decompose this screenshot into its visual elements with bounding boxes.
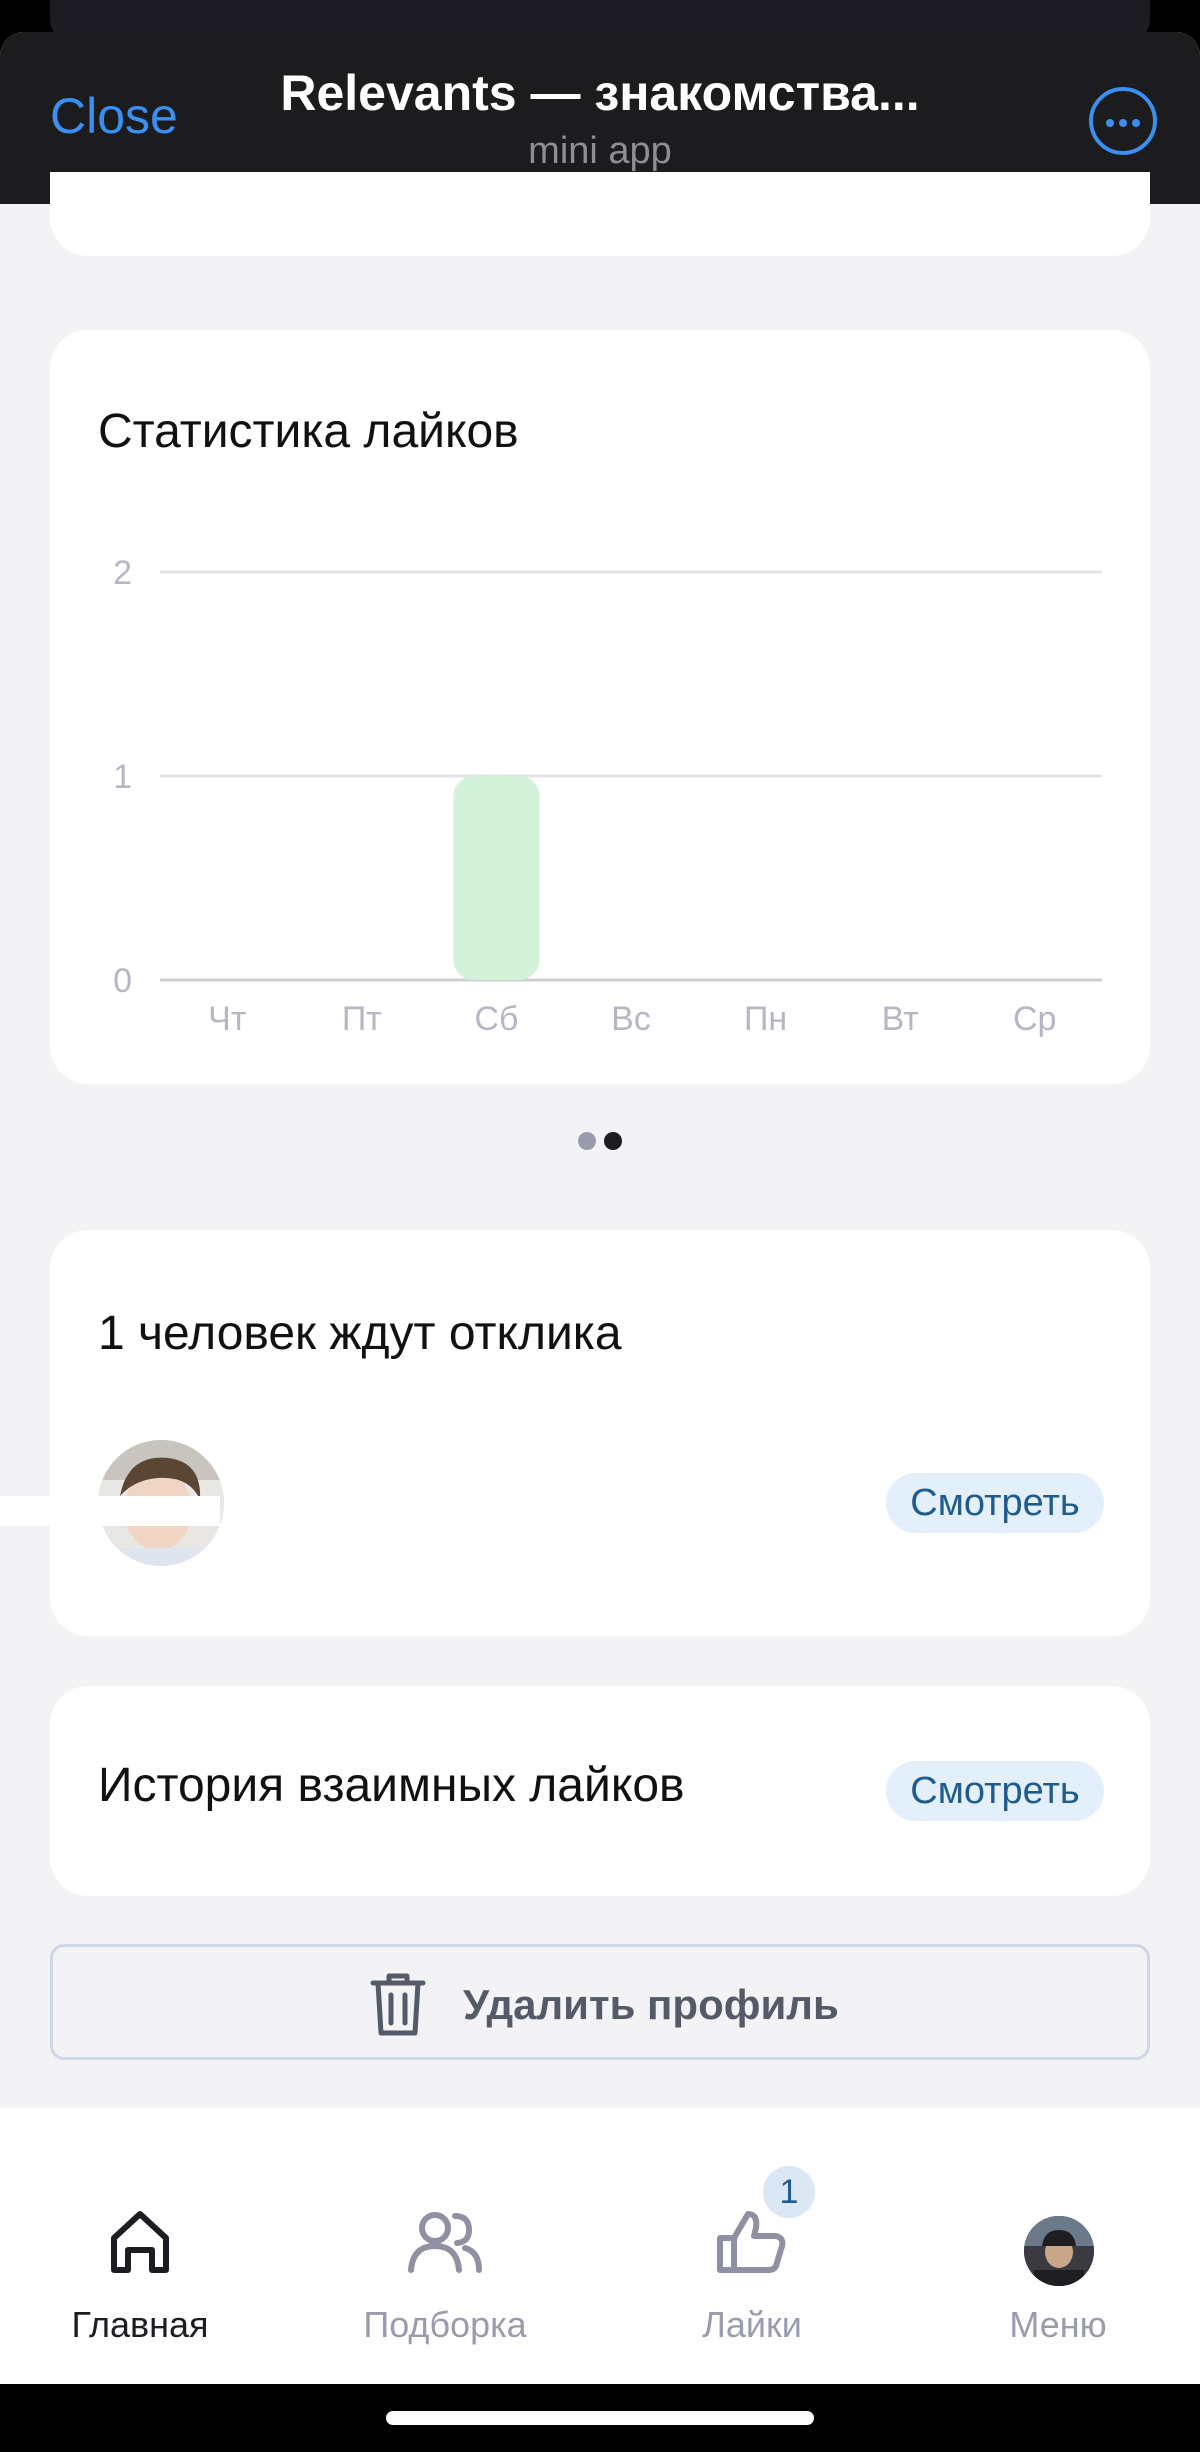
chart-x-tick: Пн [744, 1000, 787, 1038]
avatar-icon[interactable] [1024, 2216, 1094, 2286]
delete-profile-label: Удалить профиль [463, 1981, 839, 2028]
view-waiting-button[interactable]: Смотреть [886, 1473, 1104, 1533]
tab-likes[interactable]: Лайки [602, 2108, 902, 2384]
app-title: Relevants — знакомства... [280, 65, 920, 121]
home-icon [111, 2211, 169, 2273]
chart-x-tick: Чт [208, 1000, 246, 1038]
history-card: История взаимных лайков Смотреть [50, 1686, 1150, 1896]
chart-y-tick: 1 [113, 758, 132, 796]
delete-profile-button[interactable]: Удалить профиль [50, 1944, 1150, 2060]
trash-icon [370, 1973, 426, 2036]
history-title: История взаимных лайков [98, 1759, 685, 1812]
tab-likes-label: Лайки [702, 2304, 802, 2345]
chart-bar [453, 776, 540, 980]
tab-selection[interactable]: Подборка [295, 2108, 595, 2384]
chart-x-tick: Сб [474, 1000, 518, 1038]
ellipsis-circle-icon[interactable] [1089, 87, 1157, 155]
chart-x-tick: Пт [342, 1000, 382, 1038]
chart-x-tick: Вс [611, 1000, 651, 1038]
likes-chart: 0 1 2 Чт Пт Сб Вс Пн Вт Ср [113, 554, 1102, 1038]
tab-bar: Главная Подборка Лайки 1 Меню [0, 2108, 1200, 2384]
redaction-bar [0, 1496, 220, 1526]
waiting-card: 1 человек ждут отклика Смотреть [0, 1230, 1150, 1636]
carousel-dot-1[interactable] [578, 1132, 596, 1150]
previous-card [50, 172, 1150, 256]
tab-home[interactable]: Главная [0, 2108, 290, 2384]
thumbs-up-icon [717, 2211, 786, 2273]
carousel-dots [0, 1132, 1200, 1150]
mini-app-sheet: Close Relevants — знакомства... mini app… [0, 32, 1200, 2384]
likes-badge: 1 [763, 2166, 815, 2218]
chart-x-tick: Вт [882, 1000, 919, 1038]
chart-x-tick: Ср [1013, 1000, 1056, 1038]
tab-menu-label: Меню [1009, 2304, 1107, 2345]
view-history-button[interactable]: Смотреть [886, 1761, 1104, 1821]
carousel-dot-2[interactable] [604, 1132, 622, 1150]
waiting-title: 1 человек ждут отклика [98, 1307, 622, 1360]
tab-home-label: Главная [71, 2304, 209, 2345]
chart-y-tick: 2 [113, 554, 132, 592]
tab-selection-label: Подборка [363, 2304, 527, 2345]
app-subtitle: mini app [528, 130, 672, 172]
home-indicator [386, 2411, 814, 2425]
likes-stats-card: Статистика лайков 0 1 2 Чт Пт Сб Вс Пн Вт Ср [50, 330, 1150, 1084]
users-icon [408, 2212, 482, 2273]
chart-y-tick: 0 [113, 962, 132, 1000]
